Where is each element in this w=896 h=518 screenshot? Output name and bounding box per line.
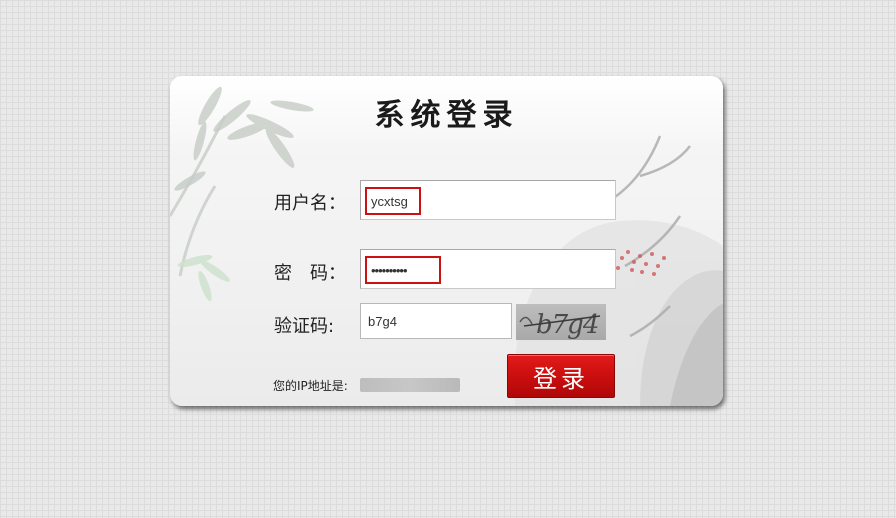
captcha-input[interactable] [360, 303, 512, 339]
password-label: 密 码： [274, 263, 346, 284]
username-input[interactable] [365, 187, 421, 215]
ip-address-label: 您的IP地址是: [273, 379, 348, 393]
username-label: 用户名： [274, 193, 346, 214]
password-field-box [360, 249, 616, 289]
captcha-image[interactable]: b7g4 [516, 304, 606, 340]
login-button[interactable]: 登录 [507, 354, 615, 398]
password-input[interactable] [365, 256, 441, 284]
username-field-box [360, 180, 616, 220]
captcha-image-text: b7g4 [536, 310, 598, 340]
captcha-label: 验证码: [274, 316, 335, 337]
login-panel: 系统登录 用户名： 密 码： 验证码: b7g4 登录 您的IP地址是: [170, 76, 723, 406]
ip-address-redacted [360, 378, 460, 392]
page-title: 系统登录 [374, 98, 519, 133]
